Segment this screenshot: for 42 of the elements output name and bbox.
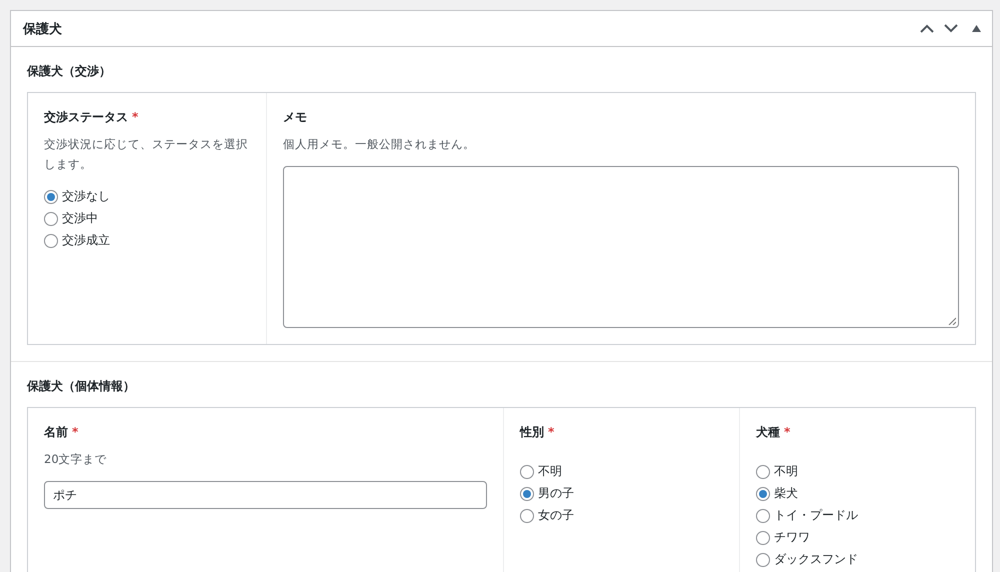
radio-button[interactable]	[44, 190, 58, 204]
chevron-down-icon[interactable]	[944, 24, 958, 33]
radio-button[interactable]	[756, 464, 770, 478]
section-title: 保護犬（個体情報）	[27, 378, 136, 395]
field-label: 犬種	[756, 425, 780, 439]
radio-button[interactable]	[44, 212, 58, 226]
radio-button[interactable]	[520, 464, 534, 478]
field-label: 名前	[44, 425, 68, 439]
required-mark: *	[72, 425, 78, 439]
field-label: メモ	[283, 110, 307, 124]
option-label[interactable]: チワワ	[774, 529, 810, 546]
option-label[interactable]: 不明	[774, 463, 798, 480]
chevron-up-icon[interactable]	[920, 24, 934, 33]
resize-grip-icon[interactable]	[948, 317, 956, 325]
field-label: 交渉ステータス	[44, 110, 128, 124]
field-description: 個人用メモ。一般公開されません。	[283, 136, 476, 153]
option-label[interactable]: 交渉なし	[62, 188, 110, 205]
option-label[interactable]: 柴犬	[774, 485, 798, 502]
option-label[interactable]: ダックスフンド	[774, 551, 858, 568]
option-label[interactable]: 交渉中	[62, 210, 98, 227]
option-label[interactable]: トイ・プードル	[774, 507, 858, 524]
triangle-up-icon[interactable]	[972, 25, 981, 32]
option-label[interactable]: 女の子	[538, 507, 574, 524]
radio-button[interactable]	[756, 486, 770, 500]
required-mark: *	[132, 110, 138, 124]
radio-button[interactable]	[520, 508, 534, 522]
option-label[interactable]: 不明	[538, 463, 562, 480]
field-label: 性別	[520, 425, 544, 439]
panel-title: 保護犬	[23, 20, 62, 38]
radio-button[interactable]	[44, 234, 58, 248]
option-label[interactable]: 交渉成立	[62, 232, 110, 249]
section-title: 保護犬（交渉）	[27, 63, 112, 80]
field-description: 20文字まで	[44, 451, 108, 468]
radio-button[interactable]	[756, 508, 770, 522]
field-description: 交渉状況に応じて、ステータスを選択します。	[44, 136, 249, 173]
option-label[interactable]: 男の子	[538, 485, 574, 502]
required-mark: *	[784, 425, 790, 439]
name-input-field[interactable]: ポチ	[44, 481, 487, 509]
radio-button[interactable]	[756, 530, 770, 544]
radio-button[interactable]	[756, 552, 770, 566]
radio-button[interactable]	[520, 486, 534, 500]
required-mark: *	[548, 425, 554, 439]
